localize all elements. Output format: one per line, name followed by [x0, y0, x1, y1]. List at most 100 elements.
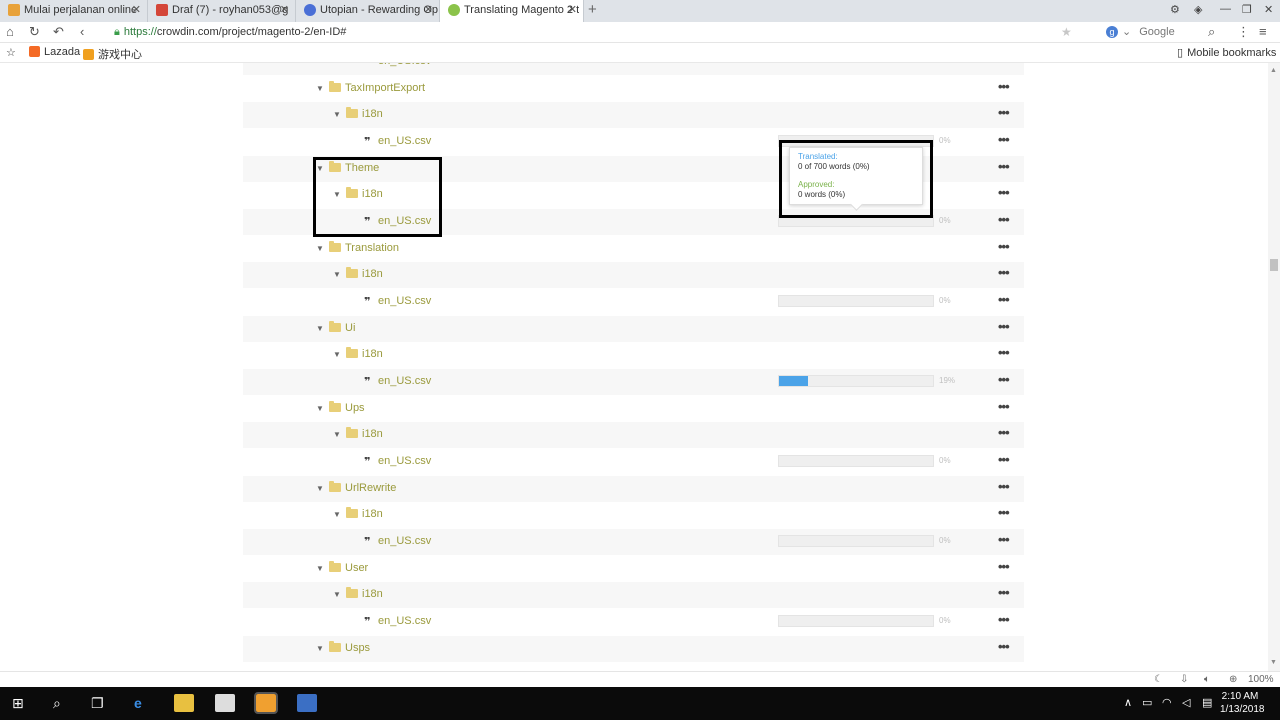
tree-folder-row[interactable]: ▼ TaxImportExport •••	[243, 76, 1024, 102]
tray-up-icon[interactable]: ∧	[1124, 696, 1132, 709]
tree-file-row[interactable]: ❞ en_US.csv 19% •••	[243, 369, 1024, 396]
task-view-icon[interactable]: ❐	[91, 695, 104, 712]
search-icon[interactable]: ⌕	[53, 695, 61, 712]
folder-name[interactable]: i18n	[362, 348, 383, 360]
tab-crowdin[interactable]: Translating Magento 2 t ✕	[440, 0, 584, 22]
file-name[interactable]: en_US.csv	[378, 615, 431, 627]
folder-name[interactable]: Ups	[345, 402, 365, 414]
bookmark-game-center[interactable]: 游戏中心	[83, 46, 142, 62]
more-options-icon[interactable]: •••	[998, 345, 1010, 360]
tree-folder-row[interactable]: ▼ Usps •••	[243, 635, 1024, 662]
home-icon[interactable]: ⌂	[6, 24, 14, 39]
search-engine-selector[interactable]: g ⌄ Google	[1106, 25, 1175, 38]
more-options-icon[interactable]: •••	[998, 452, 1010, 467]
more-options-icon[interactable]: •••	[998, 399, 1010, 414]
file-name[interactable]: en_US.csv	[378, 135, 431, 147]
progress-bar[interactable]	[778, 295, 934, 308]
search-icon[interactable]: ⌕	[1208, 24, 1215, 40]
zoom-icon[interactable]: ⊕	[1229, 674, 1237, 685]
bookmark-lazada[interactable]: Lazada	[29, 46, 80, 58]
tree-folder-row[interactable]: ▼ i18n •••	[243, 102, 1024, 129]
tree-folder-row[interactable]: ▼ i18n •••	[243, 342, 1024, 368]
close-icon[interactable]: ✕	[424, 3, 433, 16]
expand-caret-icon[interactable]: ▼	[333, 510, 341, 519]
more-options-icon[interactable]: •••	[998, 505, 1010, 520]
more-options-icon[interactable]: •••	[998, 132, 1010, 147]
browser-app-icon[interactable]	[254, 692, 278, 714]
tree-file-row[interactable]: ❞ en_US.csv 0% •••	[243, 529, 1024, 556]
expand-caret-icon[interactable]: ▼	[316, 644, 324, 653]
close-icon[interactable]: ✕	[132, 3, 141, 16]
minimize-icon[interactable]: —	[1220, 3, 1231, 15]
menu-icon[interactable]: ⚙	[1170, 3, 1180, 16]
more-options-icon[interactable]: •••	[998, 425, 1010, 440]
close-icon[interactable]: ✕	[568, 3, 577, 16]
more-options-icon[interactable]: •••	[998, 79, 1010, 94]
url-field[interactable]: 🔒︎ https://crowdin.com/project/magento-2/…	[114, 26, 346, 39]
file-name[interactable]: en_US.csv	[378, 535, 431, 547]
more-options-icon[interactable]: •••	[998, 612, 1010, 627]
folder-name[interactable]: Translation	[345, 242, 399, 254]
more-options-icon[interactable]: •••	[998, 532, 1010, 547]
file-name[interactable]: en_US.csv	[378, 295, 431, 307]
progress-bar[interactable]	[778, 455, 934, 468]
tree-file-row[interactable]: ❞ en_US.csv	[243, 63, 1024, 75]
scroll-thumb[interactable]	[1270, 259, 1278, 271]
tree-folder-row[interactable]: ▼ Ups •••	[243, 396, 1024, 422]
progress-bar[interactable]	[778, 615, 934, 628]
more-menu-icon[interactable]: ⋮	[1237, 24, 1250, 40]
edge-icon[interactable]: e	[134, 695, 142, 711]
expand-caret-icon[interactable]: ▼	[316, 324, 324, 333]
expand-caret-icon[interactable]: ▼	[333, 350, 341, 359]
tree-folder-row[interactable]: ▼ Ui •••	[243, 315, 1024, 342]
hamburger-icon[interactable]: ≡	[1259, 24, 1267, 39]
scroll-up-icon[interactable]: ▲	[1270, 67, 1277, 74]
folder-name[interactable]: i18n	[362, 588, 383, 600]
folder-name[interactable]: i18n	[362, 268, 383, 280]
tree-file-row[interactable]: ❞ en_US.csv 0% •••	[243, 289, 1024, 315]
new-tab-button[interactable]: +	[588, 1, 597, 18]
expand-caret-icon[interactable]: ▼	[333, 270, 341, 279]
more-options-icon[interactable]: •••	[998, 639, 1010, 654]
folder-name[interactable]: TaxImportExport	[345, 82, 425, 94]
expand-caret-icon[interactable]: ▼	[333, 430, 341, 439]
windows-start-icon[interactable]: ⊞	[12, 695, 24, 712]
folder-name[interactable]: Ui	[345, 322, 355, 334]
vertical-scrollbar[interactable]: ▲ ▼	[1268, 63, 1280, 671]
folder-name[interactable]: i18n	[362, 108, 383, 120]
word-icon[interactable]	[297, 694, 317, 712]
undo-icon[interactable]: ↶	[53, 24, 64, 40]
wifi-icon[interactable]: ◠	[1162, 696, 1172, 709]
file-name[interactable]: en_US.csv	[378, 63, 431, 67]
store-icon[interactable]	[215, 694, 235, 712]
clock[interactable]: 2:10 AM 1/13/2018	[1220, 690, 1265, 716]
expand-caret-icon[interactable]: ▼	[333, 590, 341, 599]
tab-utopian[interactable]: Utopian - Rewarding Op ✕	[296, 0, 440, 22]
more-options-icon[interactable]: •••	[998, 105, 1010, 120]
tree-folder-row[interactable]: ▼ i18n •••	[243, 582, 1024, 609]
more-options-icon[interactable]: •••	[998, 212, 1010, 227]
more-options-icon[interactable]: •••	[998, 292, 1010, 307]
folder-name[interactable]: Usps	[345, 642, 370, 654]
expand-caret-icon[interactable]: ▼	[316, 484, 324, 493]
night-mode-icon[interactable]: ☾	[1154, 674, 1163, 685]
tab-mulai[interactable]: Mulai perjalanan online ✕	[0, 0, 148, 22]
file-name[interactable]: en_US.csv	[378, 455, 431, 467]
tree-folder-row[interactable]: ▼ Translation •••	[243, 236, 1024, 262]
scroll-down-icon[interactable]: ▼	[1270, 659, 1277, 666]
bookmark-star-icon[interactable]: ★	[1061, 25, 1072, 39]
file-name[interactable]: en_US.csv	[378, 375, 431, 387]
more-options-icon[interactable]: •••	[998, 159, 1010, 174]
back-icon[interactable]: ‹	[80, 24, 84, 39]
star-outline-icon[interactable]: ☆	[6, 46, 16, 59]
expand-caret-icon[interactable]: ▼	[316, 244, 324, 253]
restore-icon[interactable]: ❐	[1242, 3, 1252, 16]
folder-name[interactable]: i18n	[362, 508, 383, 520]
more-options-icon[interactable]: •••	[998, 559, 1010, 574]
file-explorer-icon[interactable]	[174, 694, 194, 712]
tree-folder-row[interactable]: ▼ UrlRewrite •••	[243, 475, 1024, 502]
folder-name[interactable]: i18n	[362, 428, 383, 440]
tab-gmail[interactable]: Draf (7) - royhan053@g ✕	[148, 0, 296, 22]
expand-caret-icon[interactable]: ▼	[316, 564, 324, 573]
speaker-icon[interactable]: ◁	[1182, 696, 1190, 709]
